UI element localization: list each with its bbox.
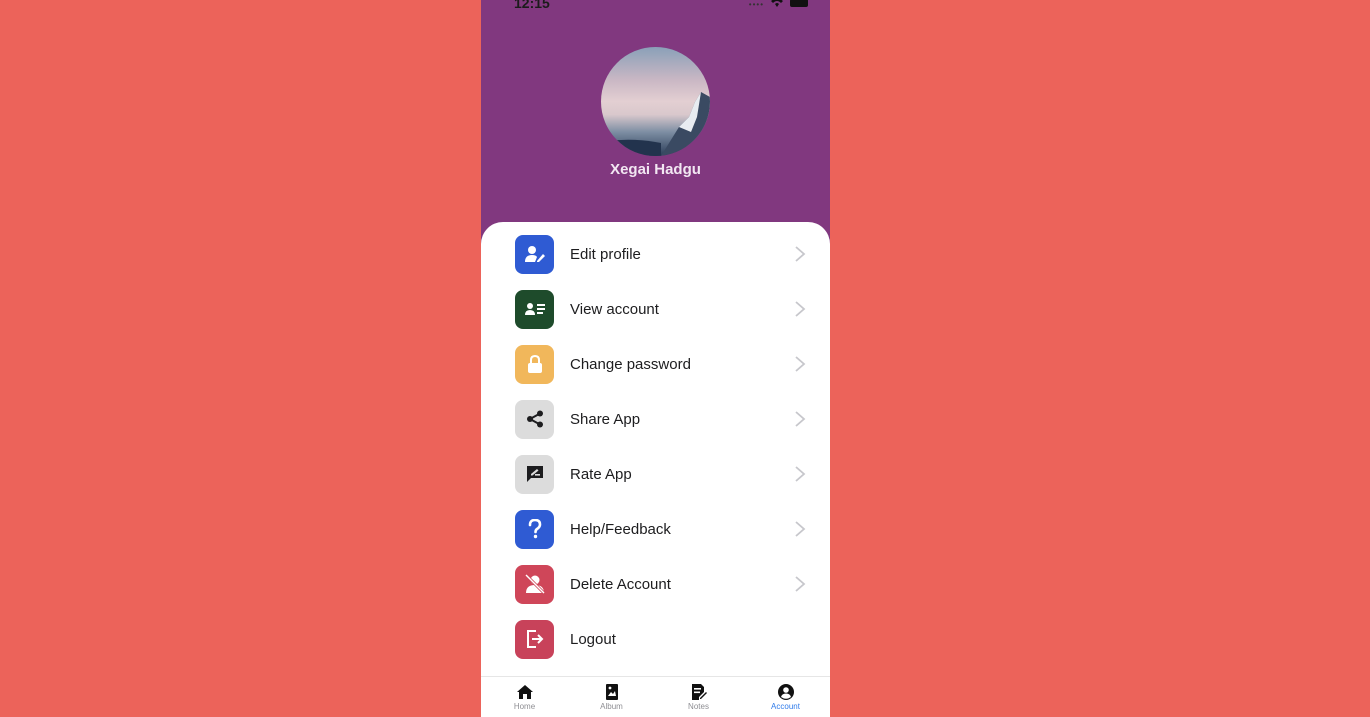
- menu-item-label: Edit profile: [570, 245, 641, 263]
- album-icon: [605, 684, 618, 700]
- wifi-icon: [771, 0, 783, 7]
- chevron-right-icon: [795, 411, 806, 427]
- edit-profile-icon: [515, 234, 554, 274]
- menu-item-share-app[interactable]: Share App: [515, 399, 806, 439]
- chevron-right-icon: [795, 356, 806, 372]
- tab-label: Home: [513, 702, 536, 711]
- status-icons: ••••: [749, 0, 808, 9]
- avatar-photo: [601, 92, 710, 156]
- menu-item-label: Logout: [570, 630, 616, 648]
- menu-item-label: Change password: [570, 355, 691, 373]
- question-icon: [515, 509, 554, 549]
- tab-notes[interactable]: Notes: [655, 677, 742, 717]
- tab-label: Account: [771, 702, 800, 711]
- chevron-right-icon: [795, 576, 806, 592]
- delete-user-icon: [515, 564, 554, 604]
- menu-item-label: View account: [570, 300, 659, 318]
- phone-screen: 12:15 •••• Xegai Hadgu Edit profile View…: [481, 0, 830, 717]
- menu-item-help-feedback[interactable]: Help/Feedback: [515, 509, 806, 549]
- menu-item-label: Help/Feedback: [570, 520, 671, 538]
- menu-item-logout[interactable]: Logout: [515, 619, 800, 659]
- menu-item-change-password[interactable]: Change password: [515, 344, 806, 384]
- menu-item-rate-app[interactable]: Rate App: [515, 454, 806, 494]
- chevron-right-icon: [795, 466, 806, 482]
- chevron-right-icon: [795, 521, 806, 537]
- tab-home[interactable]: Home: [481, 677, 568, 717]
- menu-item-label: Share App: [570, 410, 641, 428]
- menu-item-edit-profile[interactable]: Edit profile: [515, 234, 806, 274]
- menu-item-label: Rate App: [570, 465, 632, 483]
- share-icon: [515, 399, 554, 439]
- home-icon: [516, 685, 533, 699]
- contact-card-icon: [515, 289, 554, 329]
- status-time: 12:15: [514, 0, 550, 11]
- menu-item-delete-account[interactable]: Delete Account: [515, 564, 806, 604]
- lock-icon: [515, 344, 554, 384]
- tab-label: Album: [600, 702, 623, 711]
- notes-icon: [691, 684, 707, 700]
- tab-label: Notes: [688, 702, 709, 711]
- tab-account[interactable]: Account: [742, 677, 829, 717]
- menu-item-label: Delete Account: [570, 575, 671, 593]
- chevron-right-icon: [795, 301, 806, 317]
- tab-album[interactable]: Album: [568, 677, 655, 717]
- avatar[interactable]: [601, 47, 710, 156]
- rate-icon: [515, 454, 554, 494]
- tab-bar: Home Album Notes Account: [481, 676, 830, 717]
- battery-icon: [790, 0, 808, 7]
- signal-icon: ••••: [748, 0, 764, 9]
- menu-item-view-account[interactable]: View account: [515, 289, 806, 329]
- account-icon: [777, 684, 794, 700]
- logout-icon: [515, 619, 554, 659]
- profile-name: Xegai Hadgu: [610, 161, 701, 178]
- chevron-right-icon: [795, 246, 806, 262]
- settings-sheet: Edit profile View account Change passwor…: [481, 222, 830, 682]
